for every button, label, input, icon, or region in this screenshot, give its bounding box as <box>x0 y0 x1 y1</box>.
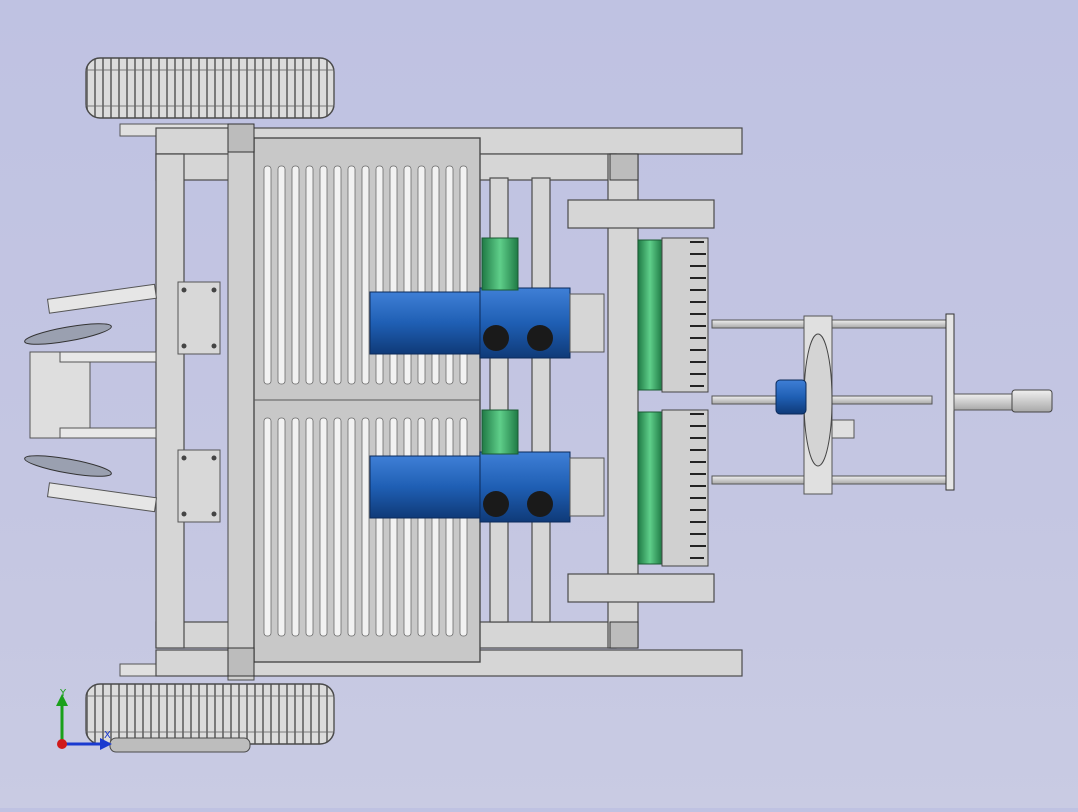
left-post <box>227 123 255 681</box>
hitch-tongue[interactable] <box>953 389 1053 413</box>
triad-y-label: Y <box>60 688 67 699</box>
bottom-wheel[interactable] <box>85 683 335 753</box>
lower-cutting-drum[interactable] <box>637 409 709 567</box>
cad-graphics-viewport[interactable]: Y X <box>0 0 1078 808</box>
top-wheel[interactable] <box>85 57 335 119</box>
upper-motor-gearbox[interactable] <box>369 287 605 359</box>
triad-x-label: X <box>104 730 111 741</box>
upper-green-mount <box>481 237 519 291</box>
lower-motor-gearbox[interactable] <box>369 451 605 523</box>
rear-linkage[interactable] <box>711 313 955 495</box>
upper-cutting-drum[interactable] <box>637 237 709 393</box>
lower-green-mount <box>481 409 519 455</box>
top-cover-plate[interactable] <box>253 137 481 663</box>
assembly-model[interactable] <box>0 0 1078 808</box>
front-cutter-assembly[interactable] <box>23 281 221 523</box>
